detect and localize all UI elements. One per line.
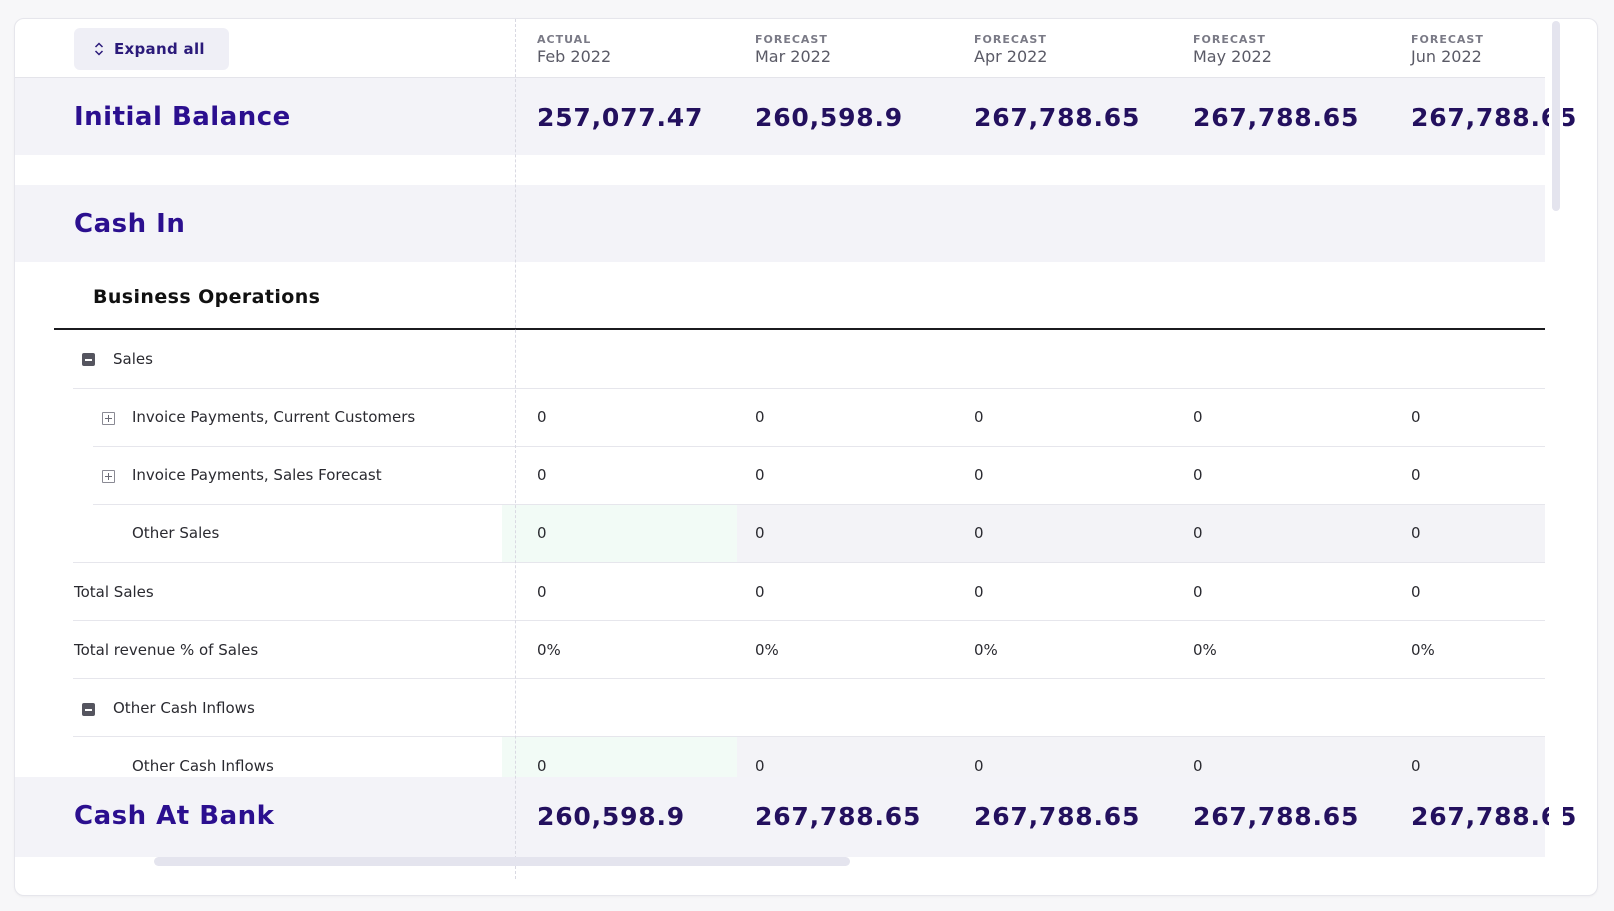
table-cell[interactable]: 0 (1193, 524, 1203, 542)
column-kind: ACTUAL (537, 33, 592, 46)
column-month: Jun 2022 (1411, 47, 1482, 66)
table-cell: 0% (974, 641, 998, 659)
table-cell[interactable]: 0 (537, 757, 547, 775)
vertical-scrollbar-thumb[interactable] (1552, 21, 1560, 211)
table-cell: 0 (755, 583, 765, 601)
table-cell: 0 (974, 583, 984, 601)
table-cell[interactable]: 0 (755, 524, 765, 542)
row-divider (73, 620, 1545, 621)
table-cell[interactable]: 0 (755, 408, 765, 426)
table-cell: 0% (537, 641, 561, 659)
column-kind: FORECAST (1193, 33, 1266, 46)
column-month: May 2022 (1193, 47, 1272, 66)
row-divider (73, 388, 1545, 389)
table-cell: 0% (1411, 641, 1435, 659)
table-cell[interactable]: 0 (537, 466, 547, 484)
frozen-column-divider (515, 19, 516, 879)
forecast-row-shading (737, 505, 1545, 562)
initial-balance-value: 267,788.65 (1193, 103, 1360, 132)
table-cell[interactable]: 0 (755, 757, 765, 775)
cash-at-bank-value: 267,788.65 (974, 802, 1141, 831)
row-divider (73, 562, 1545, 563)
chevron-up-down-icon (94, 42, 104, 56)
cash-at-bank-value: 267,788.65 (755, 802, 922, 831)
forecast-row-shading (737, 737, 1545, 777)
table-cell[interactable]: 0 (1193, 466, 1203, 484)
row-divider (93, 446, 1545, 447)
column-kind: FORECAST (1411, 33, 1484, 46)
total-sales-label: Total Sales (74, 583, 154, 601)
table-cell[interactable]: 0 (1193, 408, 1203, 426)
column-month: Feb 2022 (537, 47, 612, 66)
table-cell: 0 (1193, 583, 1203, 601)
column-month: Apr 2022 (974, 47, 1048, 66)
table-cell: 0 (537, 583, 547, 601)
table-cell[interactable]: 0 (974, 408, 984, 426)
cash-in-label: Cash In (74, 209, 186, 239)
table-cell[interactable]: 0 (974, 466, 984, 484)
table-cell[interactable]: 0 (1411, 408, 1421, 426)
other-cash-inflows-label: Other Cash Inflows (132, 757, 274, 775)
column-header-4: FORECAST May 2022 (1193, 33, 1272, 66)
invoice-current-label: Invoice Payments, Current Customers (132, 408, 416, 426)
business-operations-title: Business Operations (93, 286, 321, 308)
table-cell[interactable]: 0 (755, 466, 765, 484)
invoice-forecast-label: Invoice Payments, Sales Forecast (132, 466, 382, 484)
cash-at-bank-value: 260,598.9 (537, 802, 685, 831)
other-cash-inflows-group-label: Other Cash Inflows (113, 699, 255, 717)
column-kind: FORECAST (974, 33, 1047, 46)
cash-at-bank-label: Cash At Bank (74, 801, 275, 831)
table-cell[interactable]: 0 (974, 524, 984, 542)
section-divider (54, 328, 1545, 330)
table-cell: 0 (1411, 583, 1421, 601)
table-cell: 0% (755, 641, 779, 659)
expand-invoice-forecast-icon[interactable] (102, 470, 115, 483)
horizontal-scrollbar-thumb[interactable] (154, 857, 850, 866)
column-header-1: ACTUAL Feb 2022 (537, 33, 611, 66)
initial-balance-value: 267,788.65 (974, 103, 1141, 132)
initial-balance-value: 260,598.9 (755, 103, 903, 132)
cash-at-bank-value: 267,788.65 (1193, 802, 1360, 831)
sales-group-label: Sales (113, 350, 153, 368)
table-cell[interactable]: 0 (974, 757, 984, 775)
table-cell[interactable]: 0 (1193, 757, 1203, 775)
expand-invoice-current-icon[interactable] (102, 412, 115, 425)
collapse-other-cash-inflows-icon[interactable] (82, 703, 95, 716)
table-cell[interactable]: 0 (1411, 757, 1421, 775)
table-cell[interactable]: 0 (537, 408, 547, 426)
cash-in-row (15, 185, 1545, 262)
initial-balance-value: 257,077.47 (537, 103, 704, 132)
expand-all-button[interactable]: Expand all (74, 28, 229, 70)
column-header-3: FORECAST Apr 2022 (974, 33, 1047, 66)
other-sales-label: Other Sales (132, 524, 220, 542)
collapse-sales-icon[interactable] (82, 353, 95, 366)
column-month: Mar 2022 (755, 47, 831, 66)
table-cell[interactable]: 0 (1411, 524, 1421, 542)
initial-balance-label: Initial Balance (74, 102, 291, 132)
column-header-5: FORECAST Jun 2022 (1411, 33, 1484, 66)
table-cell: 0% (1193, 641, 1217, 659)
total-revenue-pct-label: Total revenue % of Sales (74, 641, 259, 659)
cash-flow-table-card: Expand all ACTUAL Feb 2022 FORECAST Mar … (14, 18, 1598, 896)
row-divider (73, 678, 1545, 679)
expand-all-label: Expand all (114, 40, 205, 58)
column-header-2: FORECAST Mar 2022 (755, 33, 831, 66)
table-cell[interactable]: 0 (537, 524, 547, 542)
column-kind: FORECAST (755, 33, 828, 46)
table-cell[interactable]: 0 (1411, 466, 1421, 484)
